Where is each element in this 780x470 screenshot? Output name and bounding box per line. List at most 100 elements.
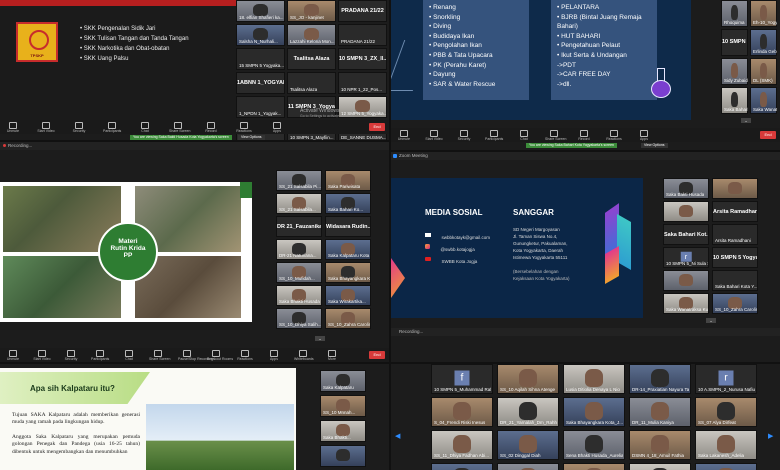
toolbar-button[interactable]: Chat <box>120 350 138 361</box>
participant-tile[interactable] <box>663 270 709 291</box>
participant-tile[interactable]: SS_10_Mufidah... <box>276 262 322 283</box>
toolbar-button[interactable]: Participants <box>103 122 121 133</box>
toolbar-button[interactable]: Chat <box>515 130 533 141</box>
toolbar-button[interactable]: Security <box>455 130 473 141</box>
participant-tile[interactable]: DR-21 Naturiana... <box>276 239 322 260</box>
participant-tile[interactable]: Saka Wanatraksa Ku... <box>663 293 709 314</box>
toolbar-button[interactable]: Security <box>62 350 80 361</box>
participant-tile[interactable]: Saka Bahari Kota Y... <box>712 270 758 291</box>
gallery-prev-icon[interactable]: ◀ <box>395 432 400 440</box>
participant-tile[interactable]: DR_21_Yarnalah_Dm_Rahhah_Saiya <box>497 397 559 427</box>
participant-tile[interactable] <box>629 463 691 470</box>
end-button[interactable]: End <box>760 131 776 139</box>
participant-tile[interactable]: SS_10 Mnnah... <box>320 395 366 417</box>
toolbar-button[interactable]: Unmute <box>4 122 22 133</box>
participant-tile[interactable]: DL (SMK) <box>750 58 777 85</box>
participant-tile[interactable]: SS_02 Dinggal Diah <box>497 430 559 460</box>
toolbar-button[interactable]: Breakout Rooms <box>207 350 233 361</box>
toolbar-button[interactable]: Reactions <box>235 122 253 133</box>
participant-tile[interactable]: Tsalitsa Alaza <box>287 48 336 70</box>
toolbar-button[interactable]: Start Video <box>37 122 55 133</box>
gallery-scroll-down-icon[interactable]: ⌄ <box>741 118 751 123</box>
participant-tile[interactable]: Sena Bhakti Husada_Aurelia <box>563 430 625 460</box>
participant-tile[interactable]: DR_11_Mulia Kaniya <box>629 397 691 427</box>
participant-tile[interactable]: Salsha N_Nurhali... <box>236 24 285 46</box>
participant-tile[interactable]: 15 SMPN 5 Yogyaka... <box>236 48 285 70</box>
toolbar-button[interactable]: Participants <box>91 350 109 361</box>
participant-tile[interactable]: SS_21 Salsabila Pi... <box>276 170 322 191</box>
toolbar-button[interactable]: Pause/Stop Recording <box>178 350 213 361</box>
participant-tile[interactable]: PRADANA 21/22 <box>338 24 387 46</box>
toolbar-button[interactable]: Share Screen <box>169 122 190 133</box>
participant-tile[interactable]: Saka Pariwisata <box>325 170 371 191</box>
participant-tile[interactable]: f10 SMPN 5_Muhammad Rafdan <box>431 364 493 394</box>
gallery-next-icon[interactable]: ▶ <box>768 432 773 440</box>
end-button[interactable]: End <box>369 123 385 131</box>
participant-tile[interactable]: Saka Kalpataru <box>320 370 366 392</box>
participant-tile[interactable]: 1_NPDN 1_Yogyak... <box>236 96 285 118</box>
participant-tile[interactable]: Saka Bhakti... <box>320 420 366 442</box>
toolbar-button[interactable]: Start Video <box>425 130 443 141</box>
participant-tile[interactable]: 10 SMPN 3_Salsa... <box>721 29 748 56</box>
participant-tile[interactable]: Saka Bahari Kot... <box>663 224 709 245</box>
view-options-button[interactable]: View Options <box>641 143 668 148</box>
participant-tile[interactable]: Arsita Ramadhani <box>712 201 758 222</box>
participant-tile[interactable]: r10 A.SMPN_2_Nurusa Nafiuni Rukhun <box>695 364 757 394</box>
participant-tile[interactable]: 10 SMPN 3_ZX_Il... <box>338 48 387 70</box>
participant-tile[interactable]: SS_10 Aqilah Sihna Atenge <box>497 364 559 394</box>
toolbar-button[interactable]: Unmute <box>395 130 413 141</box>
participant-tile[interactable]: Saka Bhakti Husada <box>276 285 322 306</box>
participant-tile[interactable] <box>563 463 625 470</box>
participant-tile[interactable]: 1ABNN 1_YOGYAK... <box>236 72 285 94</box>
participant-tile[interactable]: Saka Lakanesh_Adelia <box>695 430 757 460</box>
participant-tile[interactable] <box>663 201 709 222</box>
toolbar-button[interactable]: Unmute <box>4 350 22 361</box>
toolbar-button[interactable]: Record <box>202 122 220 133</box>
participant-tile[interactable] <box>712 178 758 199</box>
participant-tile[interactable]: SS_11_Dhiya Fadhan Abi... <box>431 430 493 460</box>
participant-tile[interactable]: r10 SMPN 5_Ni Sula S... <box>663 247 709 268</box>
toolbar-button[interactable]: Apps <box>268 122 286 133</box>
toolbar-button[interactable]: Whiteboards <box>294 350 314 361</box>
participant-tile[interactable] <box>431 463 493 470</box>
toolbar-button[interactable]: More <box>323 350 341 361</box>
toolbar-button[interactable]: Apps <box>635 130 653 141</box>
participant-tile[interactable]: Lazzahi Kelona Mon... <box>287 24 336 46</box>
participant-tile[interactable]: 10 SMPN 5 Yogya... <box>712 247 758 268</box>
participant-tile[interactable]: Saka Bhayangkara Kota_J...Affah <box>563 397 625 427</box>
toolbar-button[interactable]: Record <box>575 130 593 141</box>
gallery-scroll-down-icon[interactable]: ⌄ <box>315 336 325 341</box>
gallery-scroll-down-icon[interactable]: ⌄ <box>706 318 716 323</box>
toolbar-button[interactable]: Reactions <box>605 130 623 141</box>
participant-tile[interactable]: Erlinda Gebrit... <box>750 29 777 56</box>
participant-tile[interactable]: Saka Bakti Husada <box>663 178 709 199</box>
participant-tile[interactable]: SS_21 Salsabila... <box>276 193 322 214</box>
participant-tile[interactable] <box>695 463 757 470</box>
participant-tile[interactable]: SS_10_Dhiya Salih... <box>276 308 322 329</box>
participant-tile[interactable]: Tsalitsa Alaza <box>287 72 336 94</box>
toolbar-button[interactable]: Reactions <box>236 350 254 361</box>
view-options-button[interactable]: View Options <box>238 135 265 140</box>
participant-tile[interactable] <box>497 463 559 470</box>
toolbar-button[interactable]: Participants <box>485 130 503 141</box>
toolbar-button[interactable]: Share Screen <box>149 350 170 361</box>
participant-tile[interactable]: DR 21_Fauzanika... <box>276 216 322 237</box>
toolbar-button[interactable]: Apps <box>265 350 283 361</box>
participant-tile[interactable]: Rhoquima <box>721 0 748 27</box>
participant-tile[interactable]: 10 NPR 1_22_Pos... <box>338 72 387 94</box>
participant-tile[interactable]: SS_10_Zahra Caroline... <box>325 308 371 329</box>
participant-tile[interactable]: SS_10_Zahra Caroline... <box>712 293 758 314</box>
participant-tile[interactable]: Arsita Ramadhani <box>712 224 758 245</box>
participant-tile[interactable]: Eh-10_Yogyakarta <box>750 0 777 27</box>
participant-tile[interactable]: SS_07 Alya Dirfeat <box>695 397 757 427</box>
participant-tile[interactable]: 18. elfian Shafieri ka... <box>236 0 285 22</box>
toolbar-button[interactable]: Start Video <box>33 350 51 361</box>
participant-tile[interactable]: S_04_Frendi Riski Inesus <box>431 397 493 427</box>
end-button[interactable]: End <box>369 351 385 359</box>
toolbar-button[interactable]: Share Screen <box>545 130 566 141</box>
participant-tile[interactable]: Saka Bhayangkara Kot... <box>325 262 371 283</box>
participant-tile[interactable]: Saka Bahari Ko... <box>325 193 371 214</box>
participant-tile[interactable]: Saka Wirakartika... <box>325 285 371 306</box>
toolbar-button[interactable]: Chat <box>136 122 154 133</box>
participant-tile[interactable]: DR-14_Praxiatian Nayura Tadjrin <box>629 364 691 394</box>
